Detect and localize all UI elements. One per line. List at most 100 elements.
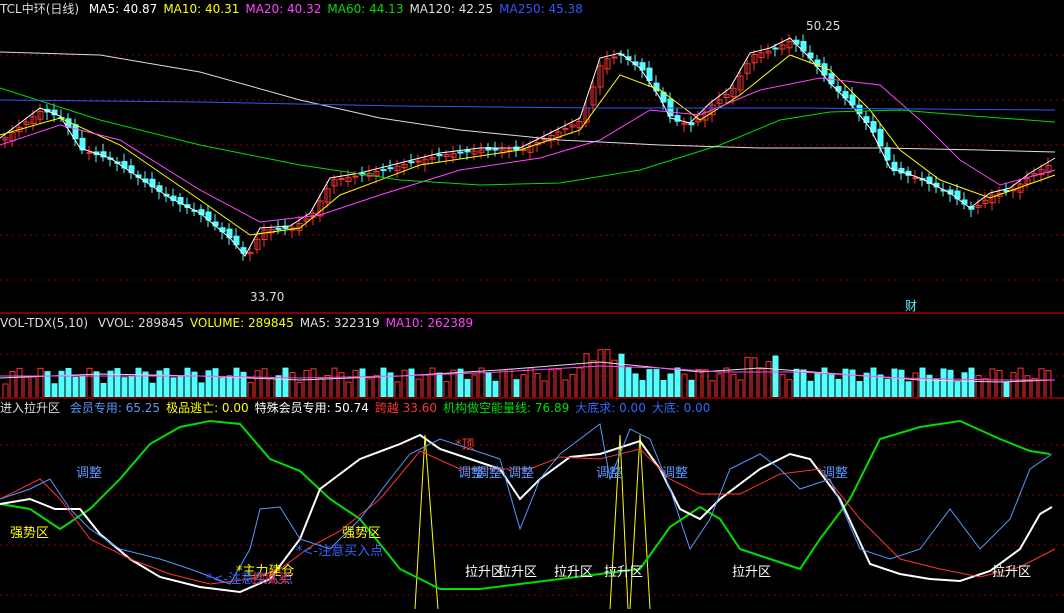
- candlestick-chart[interactable]: [0, 0, 1064, 313]
- volume-chart[interactable]: [0, 314, 1064, 398]
- indicator-chart[interactable]: [0, 399, 1064, 613]
- volume-bar: [429, 367, 436, 398]
- candle-body: [884, 147, 891, 161]
- volume-bar: [562, 379, 569, 398]
- volume-bar: [611, 359, 618, 398]
- volume-bar: [72, 376, 79, 398]
- volume-bar: [548, 369, 555, 398]
- volume-bar: [870, 367, 877, 398]
- volume-bar: [674, 367, 681, 398]
- volume-bar: [688, 379, 695, 398]
- volume-bar: [121, 377, 128, 398]
- volume-bar: [205, 370, 212, 398]
- volume-bar: [464, 378, 471, 398]
- volume-bar: [947, 369, 954, 398]
- volume-bar: [23, 376, 30, 398]
- volume-bar: [695, 368, 702, 398]
- volume-bar: [702, 369, 709, 398]
- candle-body: [877, 128, 884, 147]
- volume-bar: [359, 368, 366, 398]
- volume-bar: [940, 368, 947, 398]
- volume-bar: [9, 370, 16, 398]
- volume-bar: [422, 374, 429, 398]
- volume-bar: [135, 367, 142, 398]
- volume-bar: [2, 383, 9, 398]
- candle-body: [912, 177, 919, 180]
- volume-bar: [415, 378, 422, 398]
- volume-bar: [618, 353, 625, 398]
- volume-bar: [268, 377, 275, 398]
- volume-bar: [779, 374, 786, 398]
- volume-bar: [842, 368, 849, 398]
- volume-bar: [1003, 381, 1010, 398]
- volume-bar: [394, 381, 401, 398]
- volume-bar: [828, 374, 835, 398]
- volume-bar: [793, 368, 800, 398]
- volume-bar: [905, 381, 912, 398]
- ma250-line: [0, 99, 1056, 111]
- volume-bar: [86, 367, 93, 398]
- volume-bar: [184, 367, 191, 398]
- volume-bar: [527, 367, 534, 398]
- volume-bar: [380, 367, 387, 398]
- volume-panel[interactable]: VOL-TDX(5,10) VVOL: 289845 VOLUME: 289845…: [0, 314, 1064, 398]
- volume-bar: [513, 379, 520, 398]
- volume-bar: [975, 374, 982, 398]
- volume-bar: [212, 368, 219, 398]
- price-panel[interactable]: TCL中环(日线) MA5: 40.87 MA10: 40.31 MA20: 40.…: [0, 0, 1064, 313]
- volume-bar: [800, 369, 807, 398]
- candle-body: [86, 151, 93, 154]
- volume-bar: [744, 356, 751, 398]
- candle-body: [380, 169, 387, 172]
- volume-bar: [730, 373, 737, 398]
- volume-bar: [709, 380, 716, 398]
- volume-bar: [954, 381, 961, 398]
- volume-bar: [653, 369, 660, 398]
- volume-bar: [534, 373, 541, 398]
- annotation-14: 拉升区: [732, 565, 772, 580]
- volume-bar: [863, 372, 870, 398]
- candle-body: [492, 148, 499, 151]
- volume-bar: [912, 372, 919, 398]
- volume-bar: [170, 377, 177, 398]
- volume-bar: [751, 357, 758, 398]
- annotation-11: 拉升区: [498, 565, 538, 580]
- volume-bar: [37, 367, 44, 398]
- volume-bar: [100, 382, 107, 398]
- volume-bar: [317, 378, 324, 398]
- candle-body: [513, 146, 520, 151]
- low-price-label: 33.70: [250, 290, 285, 304]
- annotation-3: 调整: [508, 466, 535, 481]
- volume-bar: [520, 374, 527, 398]
- volume-bar: [331, 367, 338, 398]
- annotation-17: *<-注意买入点: [296, 544, 384, 559]
- annotation-2: 调整: [476, 466, 503, 481]
- volume-bar: [667, 373, 674, 398]
- volume-bar: [226, 375, 233, 398]
- volume-bar: [996, 369, 1003, 398]
- annotation-6: 调整: [822, 466, 849, 481]
- volume-bar: [891, 368, 898, 398]
- volume-bar: [296, 381, 303, 398]
- volume-bar: [807, 380, 814, 398]
- candle-body: [464, 149, 471, 153]
- volume-bar: [961, 372, 968, 398]
- volume-bar: [345, 381, 352, 398]
- indicator-panel[interactable]: 进入拉升区 会员专用: 65.25 极品逃亡: 0.00 特殊会员专用: 50.74…: [0, 399, 1064, 613]
- volume-bar: [639, 380, 646, 398]
- volume-bar: [919, 367, 926, 398]
- volume-bar: [240, 371, 247, 398]
- candle-body: [646, 67, 653, 82]
- volume-bar: [219, 377, 226, 398]
- volume-bar: [814, 372, 821, 398]
- finance-marker[interactable]: 财: [905, 297, 917, 313]
- volume-bar: [884, 378, 891, 398]
- volume-bar: [660, 379, 667, 398]
- volume-bar: [352, 369, 359, 398]
- volume-bar: [247, 382, 254, 398]
- ma10-line: [0, 54, 1056, 236]
- volume-bar: [261, 368, 268, 398]
- volume-bar: [128, 375, 135, 398]
- volume-bar: [723, 367, 730, 398]
- volume-bar: [310, 368, 317, 398]
